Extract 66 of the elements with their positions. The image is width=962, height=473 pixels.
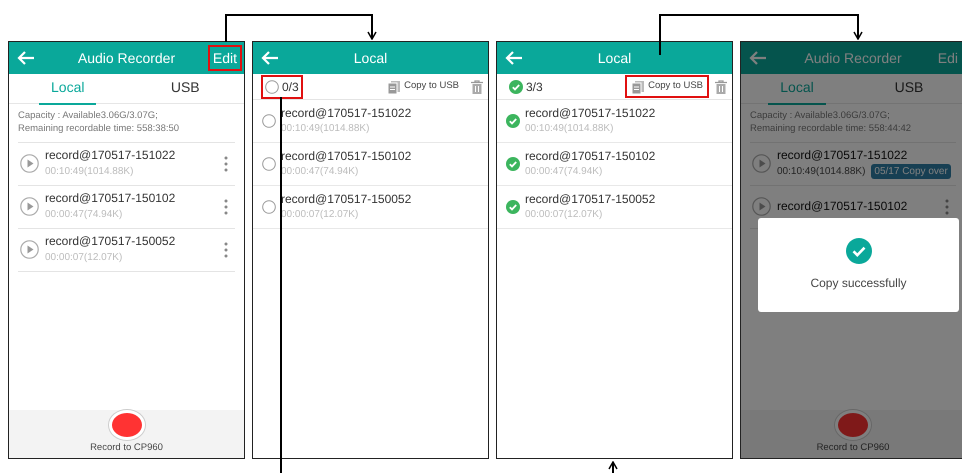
record-details: 00:00:07(12.07K) [281,208,360,222]
copy-button[interactable]: Copy to USB [381,75,465,98]
record-details: 00:10:49(1014.88K) [777,164,866,179]
record-name: record@170517-151022 [281,106,412,122]
tab[interactable]: USB [126,74,244,103]
trash-icon[interactable] [715,80,727,94]
checked-circle-icon[interactable] [506,114,520,128]
more-options-icon[interactable] [944,198,950,215]
record-label: Record to CP960 [816,440,890,455]
record-details: 00:10:49(1014.88K) [525,122,614,136]
status-badge: 05/17 Copy over [871,164,951,179]
record-button[interactable] [108,410,144,440]
empty-circle-icon[interactable] [265,80,279,94]
play-icon[interactable] [20,240,39,260]
empty-circle-icon[interactable] [262,114,276,128]
record-details: 00:00:47(74.94K) [45,208,122,222]
record-name: record@170517-150052 [45,234,176,250]
record-name: record@170517-151022 [525,106,656,122]
record-name: record@170517-150102 [525,148,656,164]
trash-icon[interactable] [471,80,483,94]
screen-title: Audio Recorder [78,50,176,66]
play-icon[interactable] [752,154,771,174]
back-arrow-icon[interactable] [261,51,279,65]
record-label: Record to CP960 [90,440,163,455]
screen-title: Local [598,50,632,66]
record-name: record@170517-150052 [281,192,412,208]
record-details: 00:00:07(12.07K) [45,250,122,265]
select-all-toggle[interactable]: 3/3 [505,74,547,98]
copy-button[interactable]: Copy to USB [625,75,709,98]
screen-title: Local [354,50,388,66]
record-name: record@170517-150102 [777,198,908,214]
checked-circle-icon[interactable] [506,157,520,171]
record-details: 00:00:47(74.94K) [525,165,604,180]
play-icon[interactable] [20,154,39,174]
record-details: 00:10:49(1014.88K) [281,122,370,136]
record-details: 00:00:07(12.07K) [525,208,604,222]
capacity-text: Capacity : Available3.06G/3.07G; Remaining recordable time: 558:44:42 [749,109,912,136]
record-details: 00:10:49(1014.88K) [45,164,134,179]
capacity-text: Capacity : Available3.06G/3.07G; Remaining recordable time: 558:38:50 [17,109,180,136]
select-all-toggle[interactable]: 0/3 [261,74,303,98]
more-options-icon[interactable] [223,156,229,172]
record-name: record@170517-150102 [45,191,176,207]
record-name: record@170517-150102 [281,148,412,164]
tab[interactable]: USB [853,74,962,103]
record-name: record@170517-150052 [525,192,656,208]
checked-circle-icon[interactable] [509,80,523,94]
back-arrow-icon[interactable] [749,51,767,65]
back-arrow-icon[interactable] [17,51,35,65]
empty-circle-icon[interactable] [262,200,276,214]
check-circle-icon [846,238,872,264]
copy-icon [631,80,646,94]
record-name: record@170517-151022 [777,148,908,164]
more-options-icon[interactable] [223,242,229,258]
record-name: record@170517-151022 [45,148,176,164]
checked-circle-icon[interactable] [506,200,520,214]
copy-icon [387,80,402,94]
more-options-icon[interactable] [223,198,229,215]
record-details: 00:00:47(74.94K) [281,165,360,180]
dialog-message: Copy successfully [810,275,907,292]
record-button[interactable] [835,410,871,440]
back-arrow-icon[interactable] [505,51,523,65]
connector-arrow [608,461,618,473]
play-icon[interactable] [20,197,39,216]
empty-circle-icon[interactable] [262,157,276,171]
screen-title: Audio Recorder [804,50,902,66]
play-icon[interactable] [752,197,771,216]
